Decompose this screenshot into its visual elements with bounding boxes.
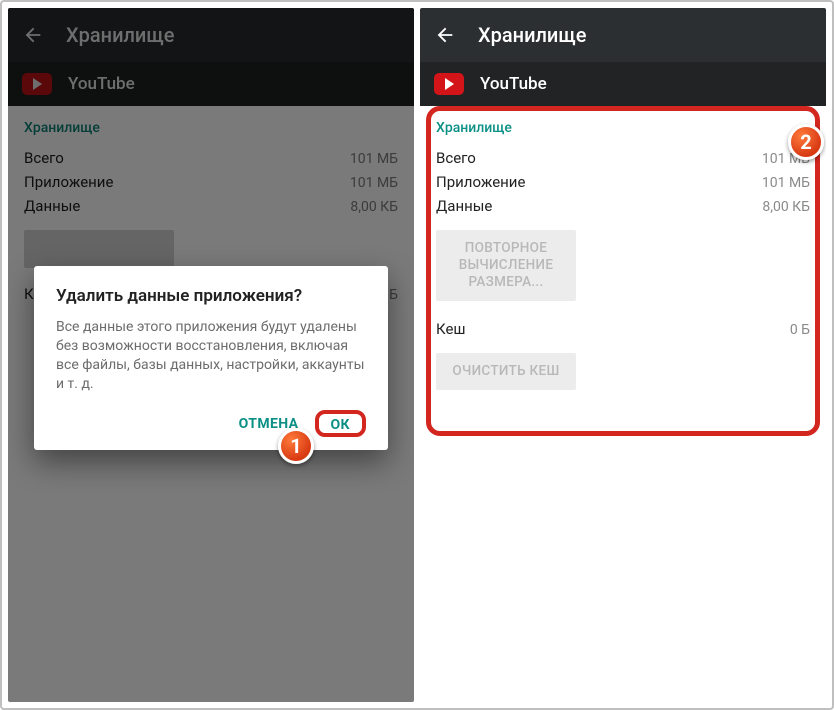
confirm-dialog: Удалить данные приложения? Все данные эт…	[34, 266, 388, 450]
recalc-button[interactable]: ПОВТОРНОЕ ВЫЧИСЛЕНИЕ РАЗМЕРА...	[436, 230, 576, 301]
storage-section: Хранилище Всего 101 МБ Приложение 101 МБ…	[420, 106, 826, 400]
phone-left: Хранилище YouTube Хранилище Всего 101 МБ…	[8, 8, 414, 702]
ok-highlight: ОК	[315, 410, 367, 437]
row-label: Приложение	[436, 173, 525, 191]
badge-number: 2	[800, 130, 811, 154]
row-data: Данные 8,00 КБ	[436, 194, 810, 218]
dialog-actions: ОТМЕНА ОК	[56, 408, 366, 440]
section-label: Хранилище	[436, 120, 810, 136]
row-total: Всего 101 МБ	[24, 146, 398, 170]
row-label: Всего	[24, 149, 64, 167]
row-app: Приложение 101 МБ	[436, 170, 810, 194]
section-label: Хранилище	[24, 120, 398, 136]
screenshot-pair: Хранилище YouTube Хранилище Всего 101 МБ…	[0, 0, 834, 710]
step-badge-1: 1	[278, 428, 314, 464]
ok-button[interactable]: ОК	[319, 409, 363, 441]
row-cache: Кеш 0 Б	[436, 317, 810, 341]
row-value: 101 МБ	[350, 151, 398, 167]
appbar: Хранилище	[420, 8, 826, 62]
row-value: 0 Б	[790, 322, 810, 338]
back-icon[interactable]	[434, 24, 456, 46]
phone-right: Хранилище YouTube Хранилище Всего 101 МБ…	[420, 8, 826, 702]
youtube-icon	[22, 73, 52, 95]
app-subheader: YouTube	[8, 62, 414, 106]
badge-number: 1	[290, 434, 301, 458]
back-icon[interactable]	[22, 24, 44, 46]
row-app: Приложение 101 МБ	[24, 170, 398, 194]
row-label: Приложение	[24, 173, 113, 191]
row-value: 101 МБ	[762, 175, 810, 191]
appbar-title: Хранилище	[478, 23, 586, 47]
youtube-icon	[434, 73, 464, 95]
row-label: К	[24, 285, 34, 303]
row-total: Всего 101 МБ	[436, 146, 810, 170]
appbar-title: Хранилище	[66, 23, 174, 47]
step-badge-2: 2	[788, 124, 824, 160]
row-data: Данные 8,00 КБ	[24, 194, 398, 218]
recalc-button-partial[interactable]	[24, 230, 174, 268]
app-subheader: YouTube	[420, 62, 826, 106]
row-label: Данные	[24, 197, 80, 215]
appbar: Хранилище	[8, 8, 414, 62]
row-label: Кеш	[436, 320, 466, 338]
dialog-body: Все данные этого приложения будут удален…	[56, 318, 366, 394]
app-name: YouTube	[68, 74, 135, 94]
row-value: 101 МБ	[350, 175, 398, 191]
row-value: 8,00 КБ	[762, 199, 810, 215]
app-name: YouTube	[480, 74, 547, 94]
row-label: Данные	[436, 197, 492, 215]
clear-cache-button[interactable]: ОЧИСТИТЬ КЕШ	[436, 353, 576, 390]
row-value: 8,00 КБ	[350, 199, 398, 215]
row-label: Всего	[436, 149, 476, 167]
dialog-title: Удалить данные приложения?	[56, 286, 366, 306]
row-value: Б	[389, 287, 398, 303]
